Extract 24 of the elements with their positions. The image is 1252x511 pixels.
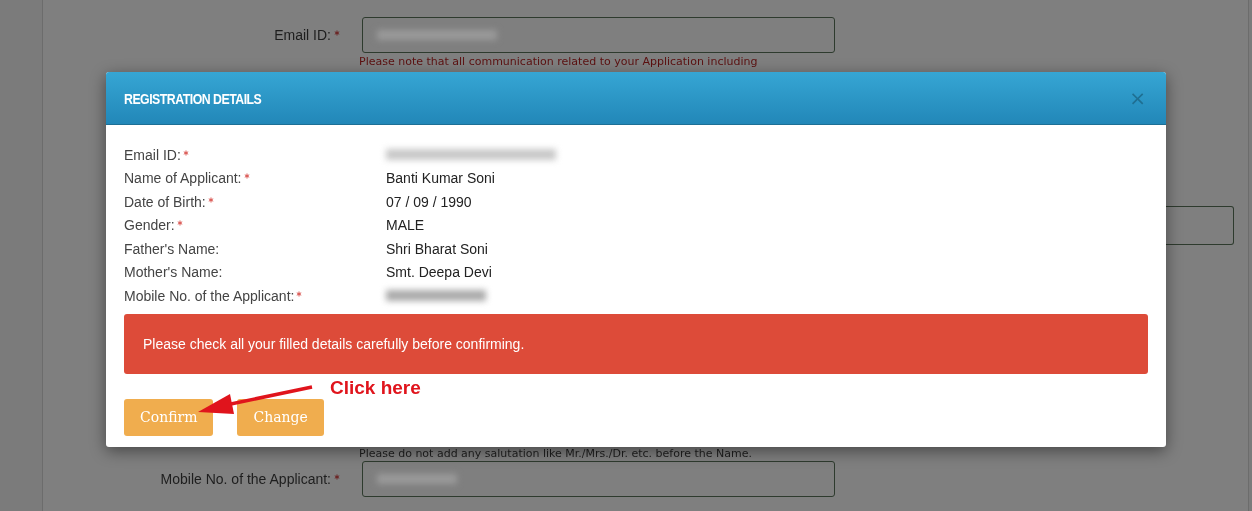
detail-value: Smt. Deepa Devi	[386, 264, 492, 281]
field-label: Email ID:	[273, 27, 331, 43]
close-button[interactable]: ×	[1127, 88, 1148, 108]
field-note: Please note that all communication related to your Application including	[359, 55, 759, 68]
detail-label: Mobile No. of the Applicant:	[124, 287, 295, 304]
email-field[interactable]	[362, 17, 835, 53]
annotation-text: Click here	[330, 376, 421, 399]
change-button[interactable]: Change	[237, 398, 324, 436]
detail-value: Banti Kumar Soni	[386, 170, 495, 187]
field-note: Please do not add any salutation like Mr./Mrs./Dr. etc. before the Name.	[359, 447, 753, 460]
detail-value: 07 / 09 / 1990	[386, 193, 472, 210]
detail-value: Shri Bharat Soni	[386, 240, 488, 257]
detail-label: Name of Applicant:	[124, 170, 242, 187]
field-label: Mobile No. of the Applicant:	[159, 471, 331, 487]
warning-alert: Please check all your filled details carefully before confirming.	[124, 313, 1148, 374]
detail-label: Gender:	[124, 217, 175, 234]
detail-value: MALE	[386, 217, 425, 234]
confirm-button[interactable]: Confirm	[124, 398, 214, 436]
detail-label: Date of Birth:	[124, 193, 206, 210]
detail-label: Mother's Name:	[124, 264, 223, 281]
detail-label: Father's Name:	[124, 240, 220, 257]
detail-label: Email ID:	[124, 146, 181, 163]
mobile-field[interactable]	[362, 461, 835, 497]
dialog-title: REGISTRATION DETAILS	[124, 89, 262, 107]
